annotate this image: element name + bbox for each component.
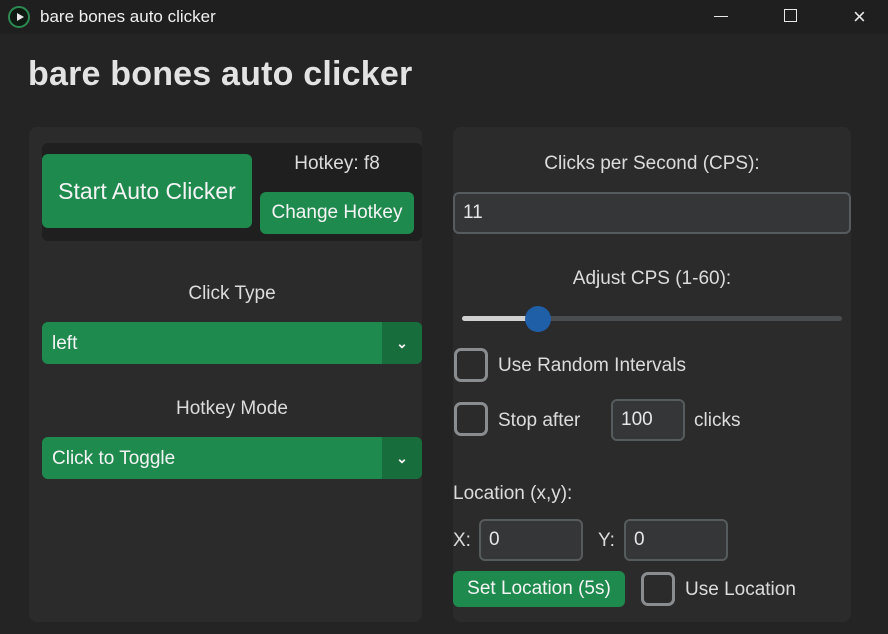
app-icon <box>8 6 30 28</box>
maximize-button[interactable] <box>768 0 814 34</box>
stop-after-input[interactable]: 100 <box>611 399 685 441</box>
hotkey-label: Hotkey: f8 <box>294 153 380 174</box>
maximize-icon <box>784 9 797 22</box>
click-type-value: left <box>52 333 78 354</box>
change-hotkey-button[interactable]: Change Hotkey <box>260 192 414 234</box>
use-location-label: Use Location <box>685 579 796 600</box>
stop-after-checkbox[interactable] <box>454 402 488 436</box>
y-input[interactable]: 0 <box>624 519 728 561</box>
x-label: X: <box>453 530 471 551</box>
close-button[interactable]: × <box>838 0 884 34</box>
hotkey-mode-label: Hotkey Mode <box>176 398 288 419</box>
start-auto-clicker-button[interactable]: Start Auto Clicker <box>42 154 252 228</box>
window-titlebar: bare bones auto clicker × <box>0 0 888 34</box>
hotkey-mode-value: Click to Toggle <box>52 448 176 469</box>
cps-label: Clicks per Second (CPS): <box>544 153 760 174</box>
cps-slider[interactable] <box>462 306 842 332</box>
use-location-checkbox[interactable] <box>641 572 675 606</box>
chevron-down-icon[interactable]: ⌄ <box>382 322 422 364</box>
hotkey-mode-dropdown[interactable]: Click to Toggle ⌄ <box>42 437 422 479</box>
stop-after-label: Stop after <box>498 410 581 431</box>
window-title: bare bones auto clicker <box>40 7 216 26</box>
click-type-dropdown[interactable]: left ⌄ <box>42 322 422 364</box>
minimize-icon <box>714 16 728 17</box>
app-heading: bare bones auto clicker <box>28 55 413 93</box>
set-location-button[interactable]: Set Location (5s) <box>453 571 625 607</box>
close-icon: × <box>853 4 866 29</box>
clicks-label: clicks <box>694 410 741 431</box>
chevron-down-icon[interactable]: ⌄ <box>382 437 422 479</box>
y-label: Y: <box>598 530 615 551</box>
random-intervals-label: Use Random Intervals <box>498 355 686 376</box>
random-intervals-checkbox[interactable] <box>454 348 488 382</box>
click-type-label: Click Type <box>188 283 276 304</box>
adjust-cps-label: Adjust CPS (1-60): <box>572 268 732 289</box>
x-input[interactable]: 0 <box>479 519 583 561</box>
cps-input[interactable]: 11 <box>453 192 851 234</box>
location-label: Location (x,y): <box>453 483 573 504</box>
minimize-button[interactable] <box>698 0 744 34</box>
